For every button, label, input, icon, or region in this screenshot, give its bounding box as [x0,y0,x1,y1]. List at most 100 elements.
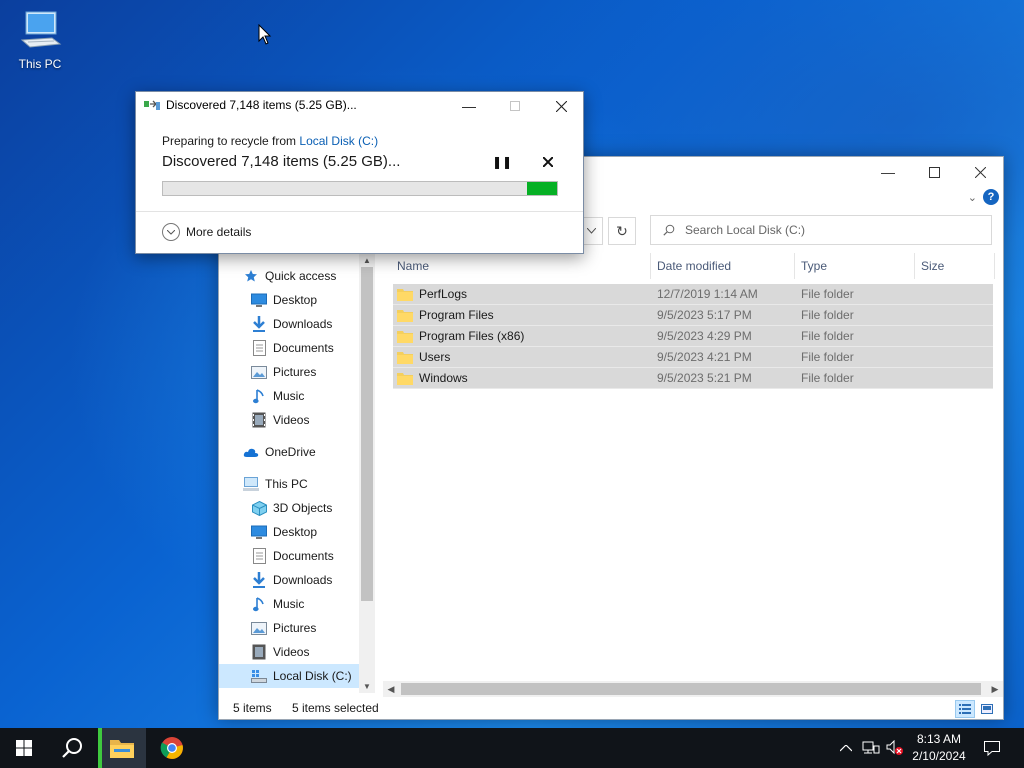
clock[interactable]: 8:13 AM 2/10/2024 [904,731,974,765]
folder-icon [397,351,413,364]
source-link[interactable]: Local Disk (C:) [299,134,378,148]
dialog-close-button[interactable] [538,92,584,120]
folder-icon [397,372,413,385]
file-name: Program Files [419,308,494,322]
desktop-icon-this-pc[interactable]: This PC [12,8,68,71]
nav-label: 3D Objects [273,501,333,515]
nav-scroll-thumb[interactable] [361,267,373,601]
chevron-down-icon [587,228,596,234]
search-input[interactable]: Search Local Disk (C:) [650,215,992,245]
table-row[interactable]: Windows 9/5/2023 5:21 PM File folder [393,368,993,389]
dialog-subtitle: Preparing to recycle from Local Disk (C:… [162,134,378,148]
nav-quick-desktop[interactable]: Desktop 📌 [251,288,375,312]
nav-quick-access[interactable]: Quick access [243,264,336,288]
nav-quick-documents[interactable]: Documents 📌 [251,336,375,360]
recycle-progress-dialog: Discovered 7,148 items (5.25 GB)... — Pr… [135,91,584,254]
mouse-cursor-icon [258,24,272,45]
volume-muted-icon [886,740,903,755]
show-hidden-icons-button[interactable] [836,728,856,768]
nav-label: Local Disk (C:) [273,669,352,683]
scroll-left-icon[interactable]: ◀ [383,681,399,697]
nav-pane-scrollbar[interactable]: ▲ ▼ [359,253,375,693]
nav-pc-downloads[interactable]: Downloads [251,568,332,592]
nav-quick-music[interactable]: Music [251,384,304,408]
active-indicator [98,728,102,768]
item-count: 5 items [233,701,272,715]
cloud-icon [243,444,259,460]
nav-pc-videos[interactable]: Videos [251,640,309,664]
column-header-type[interactable]: Type [795,253,915,279]
taskbar-chrome[interactable] [148,728,196,768]
nav-label: Videos [273,645,310,659]
folder-icon [397,309,413,322]
explorer-maximize-button[interactable] [911,157,957,187]
file-type: File folder [801,308,854,322]
file-date: 9/5/2023 5:17 PM [657,308,752,322]
nav-label: Desktop [273,293,318,307]
column-header-name[interactable]: Name [391,253,651,279]
folder-icon [397,330,413,343]
videos-icon [251,644,267,660]
nav-this-pc[interactable]: This PC [243,472,308,496]
start-button[interactable] [0,728,48,768]
action-center-button[interactable] [978,728,1006,768]
desktop-icon-label: This PC [18,57,62,71]
close-icon [543,157,553,167]
taskbar: 8:13 AM 2/10/2024 [0,728,1024,768]
large-icons-view-button[interactable] [977,700,997,718]
address-history-dropdown[interactable] [581,217,603,245]
file-name: PerfLogs [419,287,468,301]
nav-pc-pictures[interactable]: Pictures [251,616,316,640]
table-row[interactable]: PerfLogs 12/7/2019 1:14 AM File folder [393,284,993,305]
help-icon[interactable]: ? [983,189,999,205]
downloads-icon [251,572,267,588]
nav-label: Music [273,597,305,611]
scroll-down-icon[interactable]: ▼ [359,679,375,693]
file-type: File folder [801,350,854,364]
nav-pc-desktop[interactable]: Desktop [251,520,317,544]
nav-quick-downloads[interactable]: Downloads 📌 [251,312,375,336]
pause-button[interactable]: ❚❚ [492,152,512,172]
column-header-date[interactable]: Date modified [651,253,795,279]
folder-icon [397,288,413,301]
cancel-operation-button[interactable] [538,152,558,172]
dialog-status-text: Discovered 7,148 items (5.25 GB)... [162,153,401,170]
subtitle-text: Preparing to recycle from [162,134,300,148]
column-header-size[interactable]: Size [915,253,995,279]
dialog-minimize-button[interactable]: — [446,92,492,120]
nav-pc-music[interactable]: Music [251,592,304,616]
nav-local-disk-c[interactable]: Local Disk (C:) [219,664,359,688]
documents-icon [251,340,267,356]
refresh-button[interactable]: ↻ [608,217,636,245]
file-date: 12/7/2019 1:14 AM [657,287,758,301]
table-row[interactable]: Users 9/5/2023 4:21 PM File folder [393,347,993,368]
network-icon [862,741,880,754]
taskbar-file-explorer[interactable] [98,728,146,768]
nav-label: Pictures [273,365,317,379]
nav-pc-documents[interactable]: Documents [251,544,334,568]
downloads-icon [251,316,267,332]
expand-ribbon-chevron-icon[interactable]: ⌄ [968,191,977,204]
nav-pc-3d-objects[interactable]: 3D Objects [251,496,332,520]
chrome-icon [160,737,183,759]
nav-label: Documents [273,549,334,563]
table-row[interactable]: Program Files (x86) 9/5/2023 4:29 PM Fil… [393,326,993,347]
horizontal-scrollbar[interactable]: ◀ ▶ [383,681,1003,697]
search-placeholder: Search Local Disk (C:) [685,223,806,237]
details-view-button[interactable] [955,700,975,718]
network-tray-button[interactable] [860,728,882,768]
volume-tray-button[interactable] [884,728,906,768]
scroll-right-icon[interactable]: ▶ [987,681,1003,697]
table-row[interactable]: Program Files 9/5/2023 5:17 PM File fold… [393,305,993,326]
explorer-minimize-button[interactable]: — [865,157,911,187]
music-icon [251,388,267,404]
more-details-button[interactable]: More details [162,223,251,241]
search-button[interactable] [48,728,96,768]
explorer-close-button[interactable] [957,157,1003,187]
h-scroll-thumb[interactable] [401,683,981,695]
nav-quick-pictures[interactable]: Pictures 📌 [251,360,375,384]
nav-quick-videos[interactable]: Videos [251,408,309,432]
nav-onedrive[interactable]: OneDrive [243,440,316,464]
column-label: Date modified [657,259,732,273]
scroll-up-icon[interactable]: ▲ [359,253,375,267]
